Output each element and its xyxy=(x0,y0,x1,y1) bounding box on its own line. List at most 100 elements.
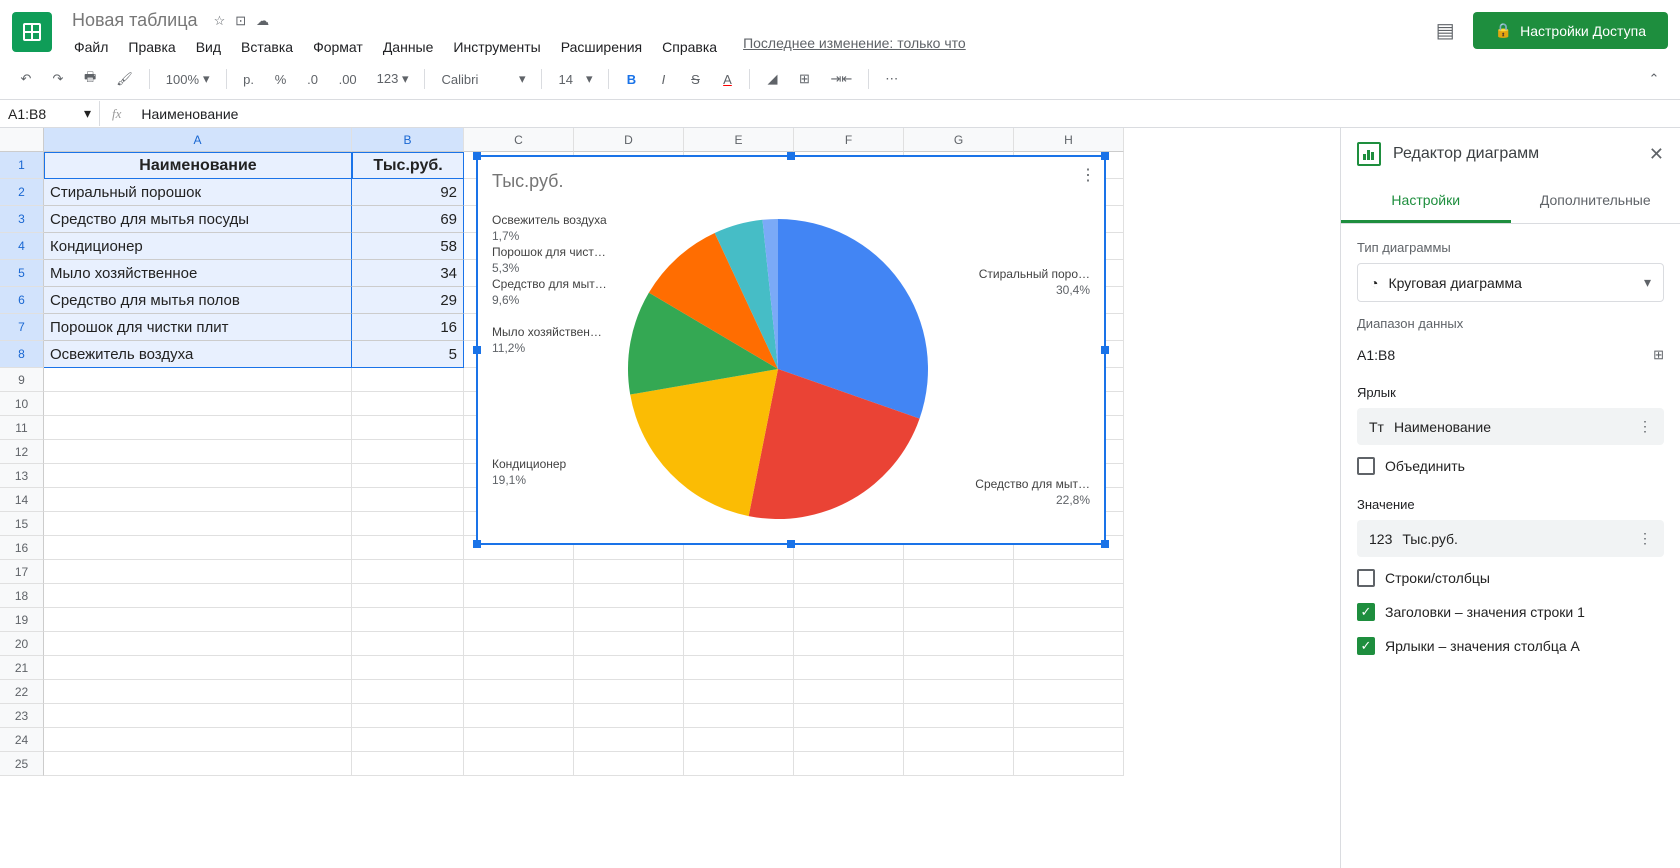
switch-checkbox[interactable] xyxy=(1357,569,1375,587)
cell[interactable] xyxy=(352,656,464,680)
row-header[interactable]: 15 xyxy=(0,512,44,536)
menu-tools[interactable]: Инструменты xyxy=(445,35,548,59)
row-header[interactable]: 13 xyxy=(0,464,44,488)
cell[interactable] xyxy=(574,728,684,752)
cell[interactable]: 92 xyxy=(352,179,464,206)
cell[interactable] xyxy=(1014,752,1124,776)
row-header[interactable]: 19 xyxy=(0,608,44,632)
cell[interactable] xyxy=(44,488,352,512)
cell[interactable] xyxy=(684,584,794,608)
cell[interactable] xyxy=(44,656,352,680)
cell[interactable]: Наименование xyxy=(44,152,352,179)
chart-title[interactable]: Тыс.руб. xyxy=(478,157,1104,206)
cell[interactable] xyxy=(904,704,1014,728)
cell[interactable] xyxy=(1014,704,1124,728)
cell[interactable] xyxy=(1014,656,1124,680)
cell[interactable] xyxy=(574,704,684,728)
zoom-select[interactable]: 100%▾ xyxy=(158,67,218,91)
cell[interactable]: Стиральный порошок xyxy=(44,179,352,206)
chart-menu-icon[interactable]: ⋮ xyxy=(1080,165,1096,185)
cell[interactable] xyxy=(352,560,464,584)
row-header[interactable]: 20 xyxy=(0,632,44,656)
cell[interactable] xyxy=(352,536,464,560)
currency-button[interactable]: р. xyxy=(235,65,263,93)
cloud-icon[interactable]: ☁ xyxy=(256,13,269,29)
menu-edit[interactable]: Правка xyxy=(120,35,183,59)
formula-input[interactable]: Наименование xyxy=(133,102,1680,126)
cell[interactable] xyxy=(44,368,352,392)
label-chip[interactable]: Tᴛ Наименование ⋮ xyxy=(1357,408,1664,445)
document-title[interactable]: Новая таблица xyxy=(66,8,204,33)
last-edit[interactable]: Последнее изменение: только что xyxy=(743,35,966,59)
decrease-decimal-button[interactable]: .0 xyxy=(299,65,327,93)
cell[interactable] xyxy=(44,392,352,416)
menu-view[interactable]: Вид xyxy=(188,35,229,59)
cell[interactable] xyxy=(1014,560,1124,584)
cell[interactable] xyxy=(352,392,464,416)
cell[interactable] xyxy=(352,464,464,488)
cell[interactable]: Средство для мытья полов xyxy=(44,287,352,314)
cell[interactable] xyxy=(684,560,794,584)
sheet-area[interactable]: A B C D E F G H 1 Наименование Тыс.руб. … xyxy=(0,128,1340,868)
row-header[interactable]: 6 xyxy=(0,287,44,314)
cell[interactable] xyxy=(352,608,464,632)
row-header[interactable]: 16 xyxy=(0,536,44,560)
cell[interactable] xyxy=(574,584,684,608)
cell[interactable] xyxy=(464,752,574,776)
share-button[interactable]: 🔒 Настройки Доступа xyxy=(1473,12,1668,49)
row-header[interactable]: 1 xyxy=(0,152,44,179)
cell[interactable] xyxy=(464,560,574,584)
cell[interactable] xyxy=(352,488,464,512)
cell[interactable] xyxy=(1014,608,1124,632)
cell[interactable] xyxy=(794,728,904,752)
increase-decimal-button[interactable]: .00 xyxy=(331,65,365,93)
col-header-b[interactable]: B xyxy=(352,128,464,152)
comments-icon[interactable]: ▤ xyxy=(1436,18,1455,43)
row-header[interactable]: 7 xyxy=(0,314,44,341)
strike-button[interactable]: S xyxy=(681,65,709,93)
paint-format-button[interactable]: 🖌 xyxy=(108,65,141,93)
menu-data[interactable]: Данные xyxy=(375,35,442,59)
cell[interactable] xyxy=(44,536,352,560)
print-button[interactable]: 🖶 xyxy=(76,65,104,93)
cell[interactable] xyxy=(464,584,574,608)
collapse-toolbar-button[interactable]: ⌃ xyxy=(1640,65,1668,93)
cell[interactable] xyxy=(352,680,464,704)
cell[interactable]: Средство для мытья посуды xyxy=(44,206,352,233)
menu-file[interactable]: Файл xyxy=(66,35,116,59)
cell[interactable] xyxy=(794,680,904,704)
row-header[interactable]: 4 xyxy=(0,233,44,260)
menu-extensions[interactable]: Расширения xyxy=(553,35,650,59)
cell[interactable] xyxy=(352,368,464,392)
cell[interactable] xyxy=(684,656,794,680)
cell[interactable]: 69 xyxy=(352,206,464,233)
cell[interactable] xyxy=(574,680,684,704)
cell[interactable]: 34 xyxy=(352,260,464,287)
font-size-select[interactable]: 14▾ xyxy=(550,67,600,91)
cell[interactable] xyxy=(352,704,464,728)
cell[interactable] xyxy=(794,608,904,632)
cell[interactable] xyxy=(44,464,352,488)
more-icon[interactable]: ⋮ xyxy=(1638,530,1652,547)
col-header-f[interactable]: F xyxy=(794,128,904,152)
cell[interactable] xyxy=(904,560,1014,584)
cell[interactable] xyxy=(352,632,464,656)
row-header[interactable]: 11 xyxy=(0,416,44,440)
cell[interactable] xyxy=(1014,632,1124,656)
cell[interactable] xyxy=(684,728,794,752)
cell[interactable]: 58 xyxy=(352,233,464,260)
col-header-c[interactable]: C xyxy=(464,128,574,152)
menu-insert[interactable]: Вставка xyxy=(233,35,301,59)
row-header[interactable]: 5 xyxy=(0,260,44,287)
cell[interactable] xyxy=(464,728,574,752)
row-header[interactable]: 9 xyxy=(0,368,44,392)
cell[interactable]: Кондиционер xyxy=(44,233,352,260)
chart-type-select[interactable]: ◔ Круговая диаграмма ▾ xyxy=(1357,263,1664,302)
redo-button[interactable]: ↷ xyxy=(44,65,72,93)
cell[interactable] xyxy=(44,560,352,584)
close-icon[interactable]: ✕ xyxy=(1649,144,1664,165)
cell[interactable] xyxy=(684,752,794,776)
cell[interactable] xyxy=(464,632,574,656)
cell[interactable] xyxy=(44,440,352,464)
cell[interactable] xyxy=(904,584,1014,608)
